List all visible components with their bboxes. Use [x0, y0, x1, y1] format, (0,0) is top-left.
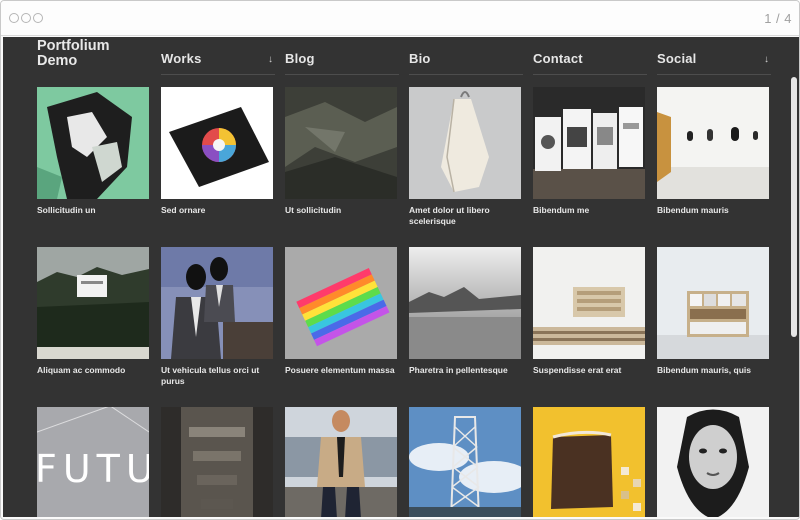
thumbnail-image[interactable]	[657, 87, 769, 199]
item-caption[interactable]: Ut vehicula tellus orci ut purus	[161, 365, 273, 386]
logo-line-1: Portfolium	[37, 38, 110, 54]
thumbnail-image[interactable]	[657, 407, 769, 517]
nav-social-label: Social	[657, 51, 697, 66]
portfolio-item[interactable]: Posuere elementum massa	[285, 247, 397, 376]
portfolio-item[interactable]: Sed ornare	[161, 87, 273, 216]
thumbnail-image[interactable]	[161, 87, 273, 199]
thumbnail-image[interactable]	[37, 247, 149, 359]
arrow-down-icon[interactable]: ↓	[268, 54, 273, 65]
page-counter: 1 / 4	[764, 11, 792, 26]
portfolio-item[interactable]	[161, 407, 273, 517]
portfolio-item[interactable]: Ut vehicula tellus orci ut purus	[161, 247, 273, 386]
thumbnail-image[interactable]	[285, 247, 397, 359]
portfolio-item[interactable]: Amet dolor ut libero scelerisque	[409, 87, 521, 226]
item-caption[interactable]: Bibendum mauris, quis	[657, 365, 769, 376]
item-caption[interactable]: Bibendum me	[533, 205, 645, 216]
thumbnail-image[interactable]	[409, 87, 521, 199]
item-caption[interactable]: Ut sollicitudin	[285, 205, 397, 216]
thumbnail-image[interactable]	[657, 247, 769, 359]
portfolio-item[interactable]	[533, 407, 645, 517]
portfolio-item[interactable]: FUTU	[37, 407, 149, 517]
portfolio-item[interactable]: Bibendum mauris	[657, 87, 769, 216]
nav-works-label: Works	[161, 51, 202, 66]
item-caption[interactable]: Sed ornare	[161, 205, 273, 216]
nav-blog[interactable]: Blog	[285, 37, 399, 75]
portfolio-item[interactable]	[285, 407, 397, 517]
portfolio-item[interactable]: Bibendum me	[533, 87, 645, 216]
nav-bio[interactable]: Bio	[409, 37, 523, 75]
nav-contact-label: Contact	[533, 51, 583, 66]
vertical-scrollbar[interactable]	[791, 77, 797, 337]
thumbnail-image[interactable]	[409, 247, 521, 359]
site-logo[interactable]: Portfolium Demo	[37, 39, 147, 69]
portfolio-item[interactable]: Sollicitudin un	[37, 87, 149, 216]
window-zoom-dot[interactable]	[33, 13, 43, 23]
browser-window: 1 / 4 Portfolium Demo Works ↓ Blog Bio C…	[0, 0, 800, 520]
thumbnail-image[interactable]	[161, 407, 273, 517]
window-titlebar: 1 / 4	[1, 1, 799, 36]
nav-bio-label: Bio	[409, 51, 431, 66]
thumbnail-image[interactable]	[409, 407, 521, 517]
item-caption[interactable]: Sollicitudin un	[37, 205, 149, 216]
window-minimize-dot[interactable]	[21, 13, 31, 23]
thumbnail-image[interactable]	[533, 407, 645, 517]
thumbnail-image[interactable]	[161, 247, 273, 359]
item-caption[interactable]: Pharetra in pellentesque	[409, 365, 521, 376]
portfolio-page: Portfolium Demo Works ↓ Blog Bio Contact…	[3, 37, 799, 517]
window-close-dot[interactable]	[9, 13, 19, 23]
portfolio-item[interactable]: Bibendum mauris, quis	[657, 247, 769, 376]
nav-works[interactable]: Works ↓	[161, 37, 275, 75]
thumbnail-image[interactable]: FUTU	[37, 407, 149, 517]
futu-text: FUTU	[37, 447, 149, 491]
portfolio-item[interactable]: Pharetra in pellentesque	[409, 247, 521, 376]
portfolio-item[interactable]	[657, 407, 769, 517]
thumbnail-image[interactable]	[533, 247, 645, 359]
logo-line-2: Demo	[37, 53, 78, 69]
thumbnail-image[interactable]	[285, 407, 397, 517]
nav-social[interactable]: Social ↓	[657, 37, 771, 75]
item-caption[interactable]: Suspendisse erat erat	[533, 365, 645, 376]
item-caption[interactable]: Bibendum mauris	[657, 205, 769, 216]
nav-blog-label: Blog	[285, 51, 315, 66]
item-caption[interactable]: Aliquam ac commodo	[37, 365, 149, 376]
thumbnail-image[interactable]	[533, 87, 645, 199]
arrow-down-icon[interactable]: ↓	[764, 54, 769, 65]
portfolio-item[interactable]	[409, 407, 521, 517]
nav-contact[interactable]: Contact	[533, 37, 647, 75]
portfolio-item[interactable]: Ut sollicitudin	[285, 87, 397, 216]
thumbnail-image[interactable]	[285, 87, 397, 199]
thumbnail-image[interactable]	[37, 87, 149, 199]
portfolio-item[interactable]: Aliquam ac commodo	[37, 247, 149, 376]
item-caption[interactable]: Amet dolor ut libero scelerisque	[409, 205, 521, 226]
portfolio-item[interactable]: Suspendisse erat erat	[533, 247, 645, 376]
item-caption[interactable]: Posuere elementum massa	[285, 365, 397, 376]
